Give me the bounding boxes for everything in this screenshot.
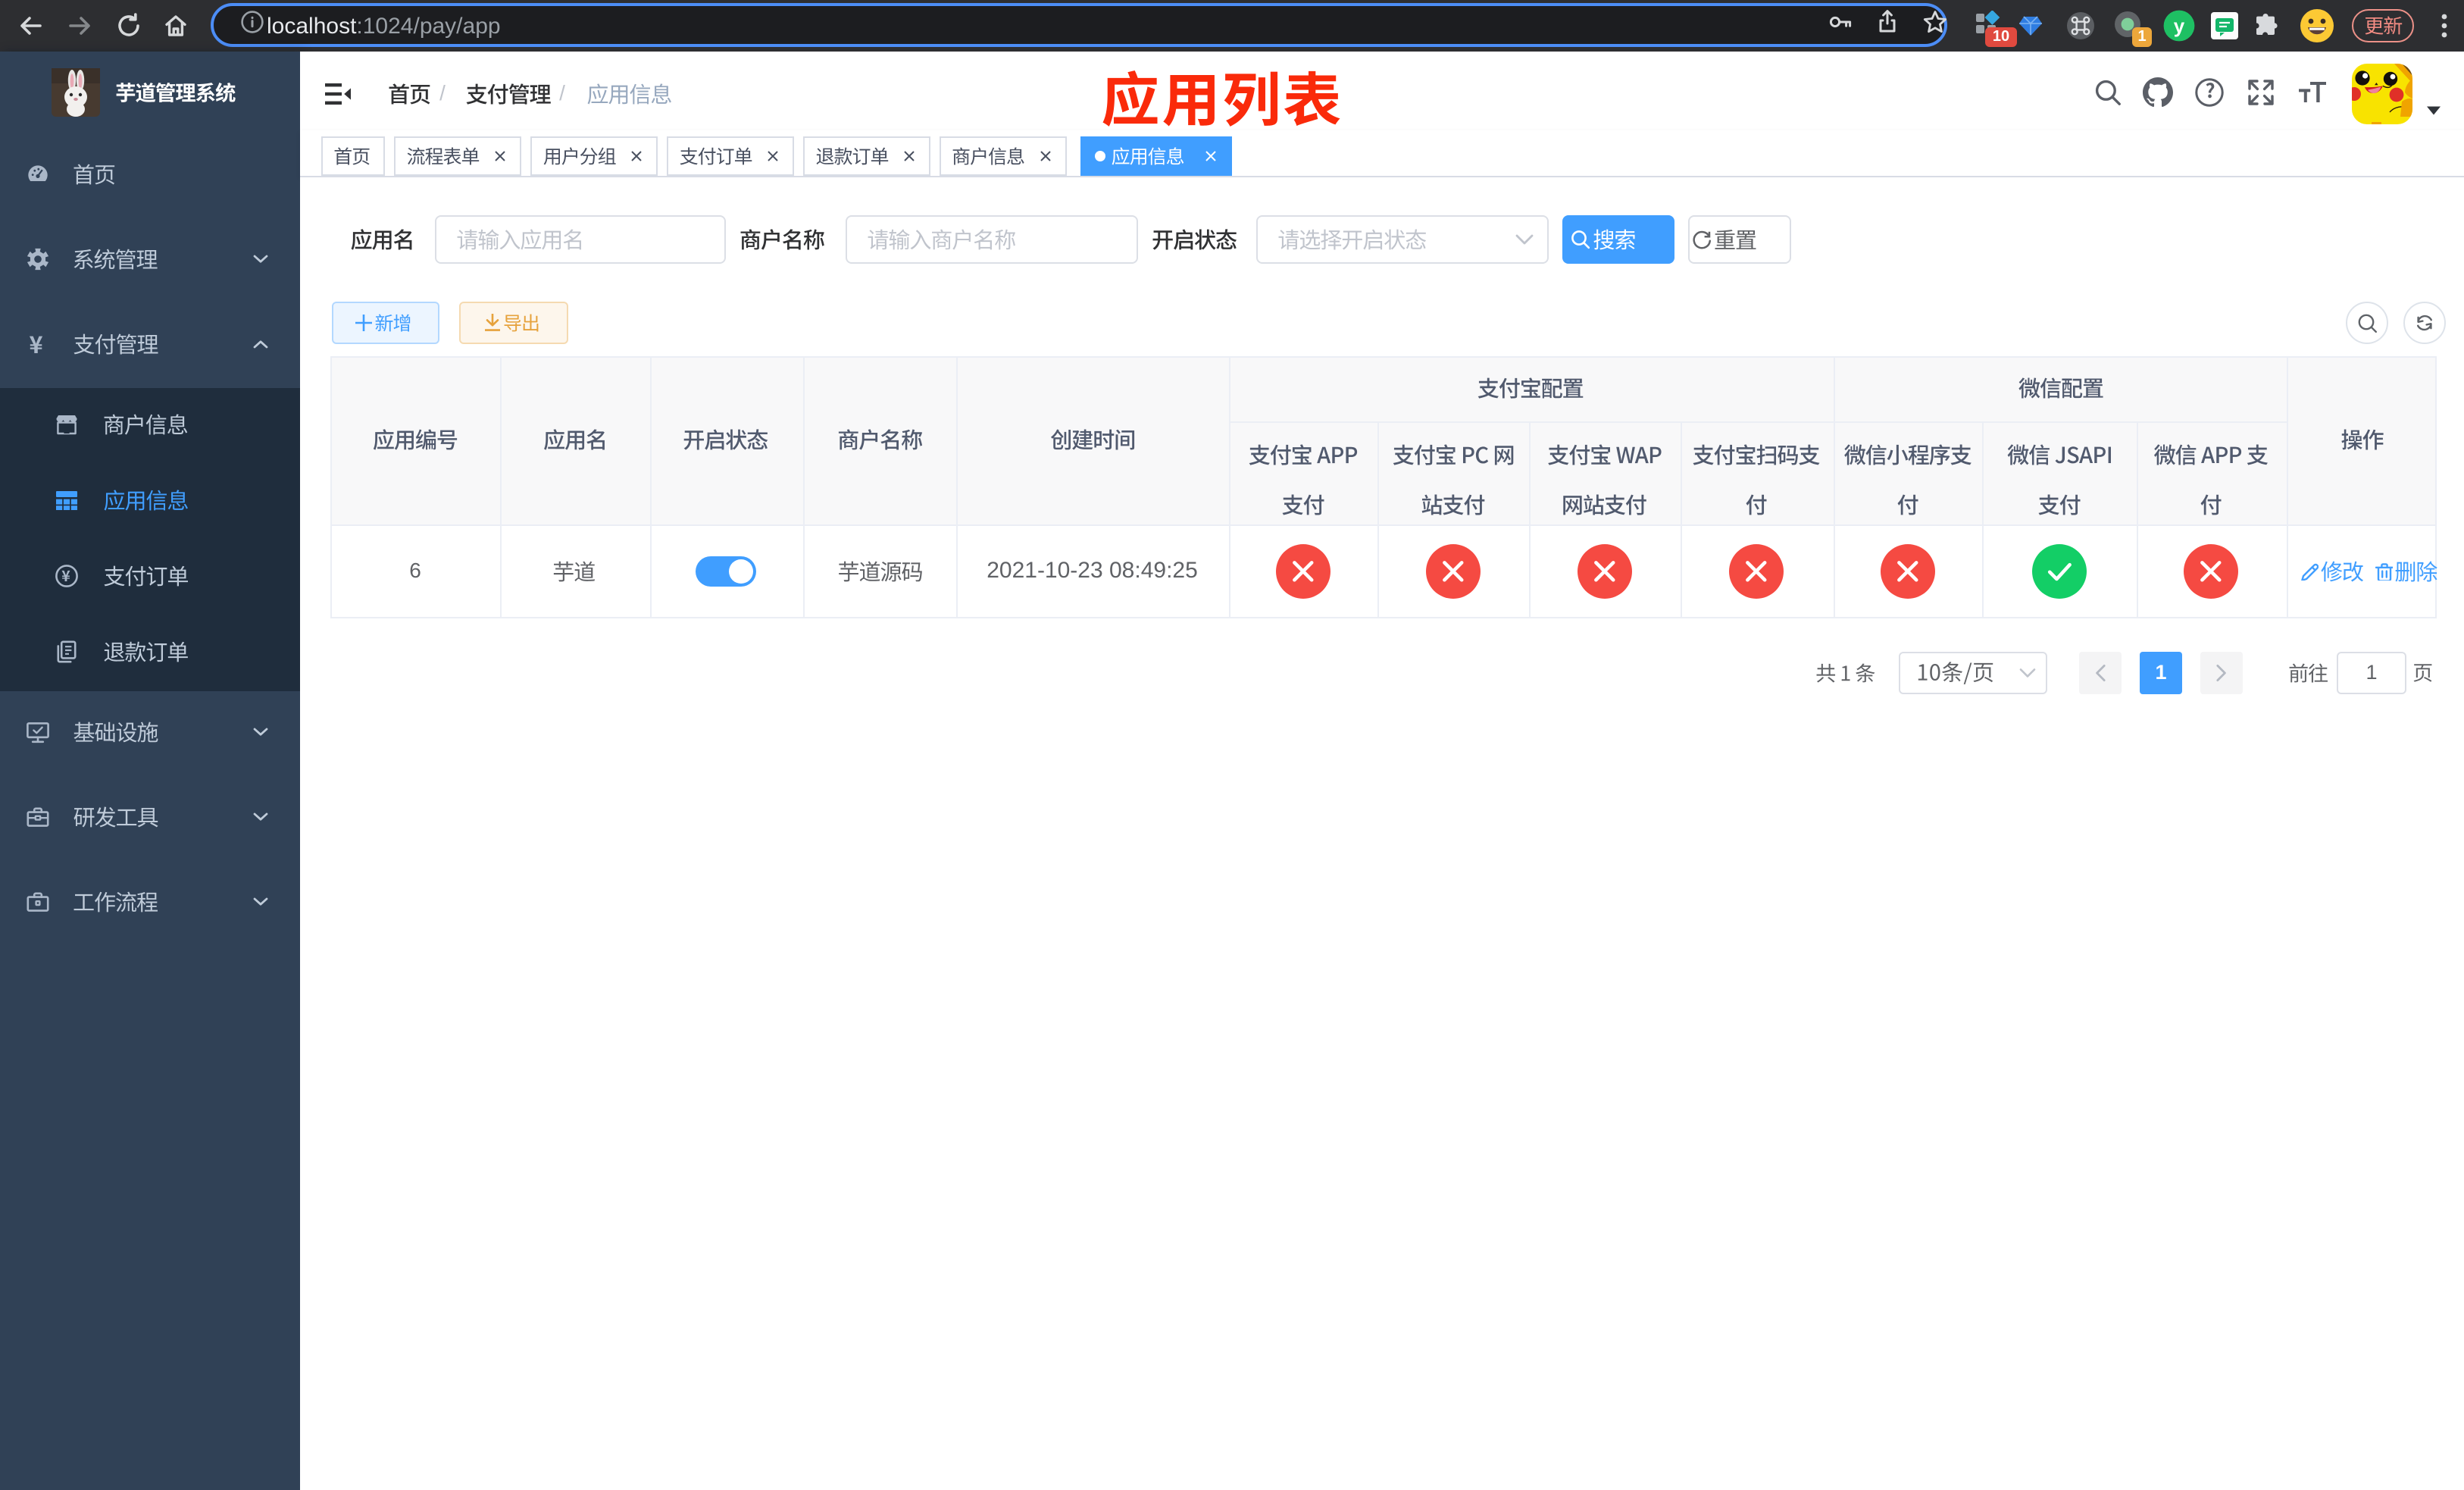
svg-text:y: y	[2174, 14, 2185, 37]
